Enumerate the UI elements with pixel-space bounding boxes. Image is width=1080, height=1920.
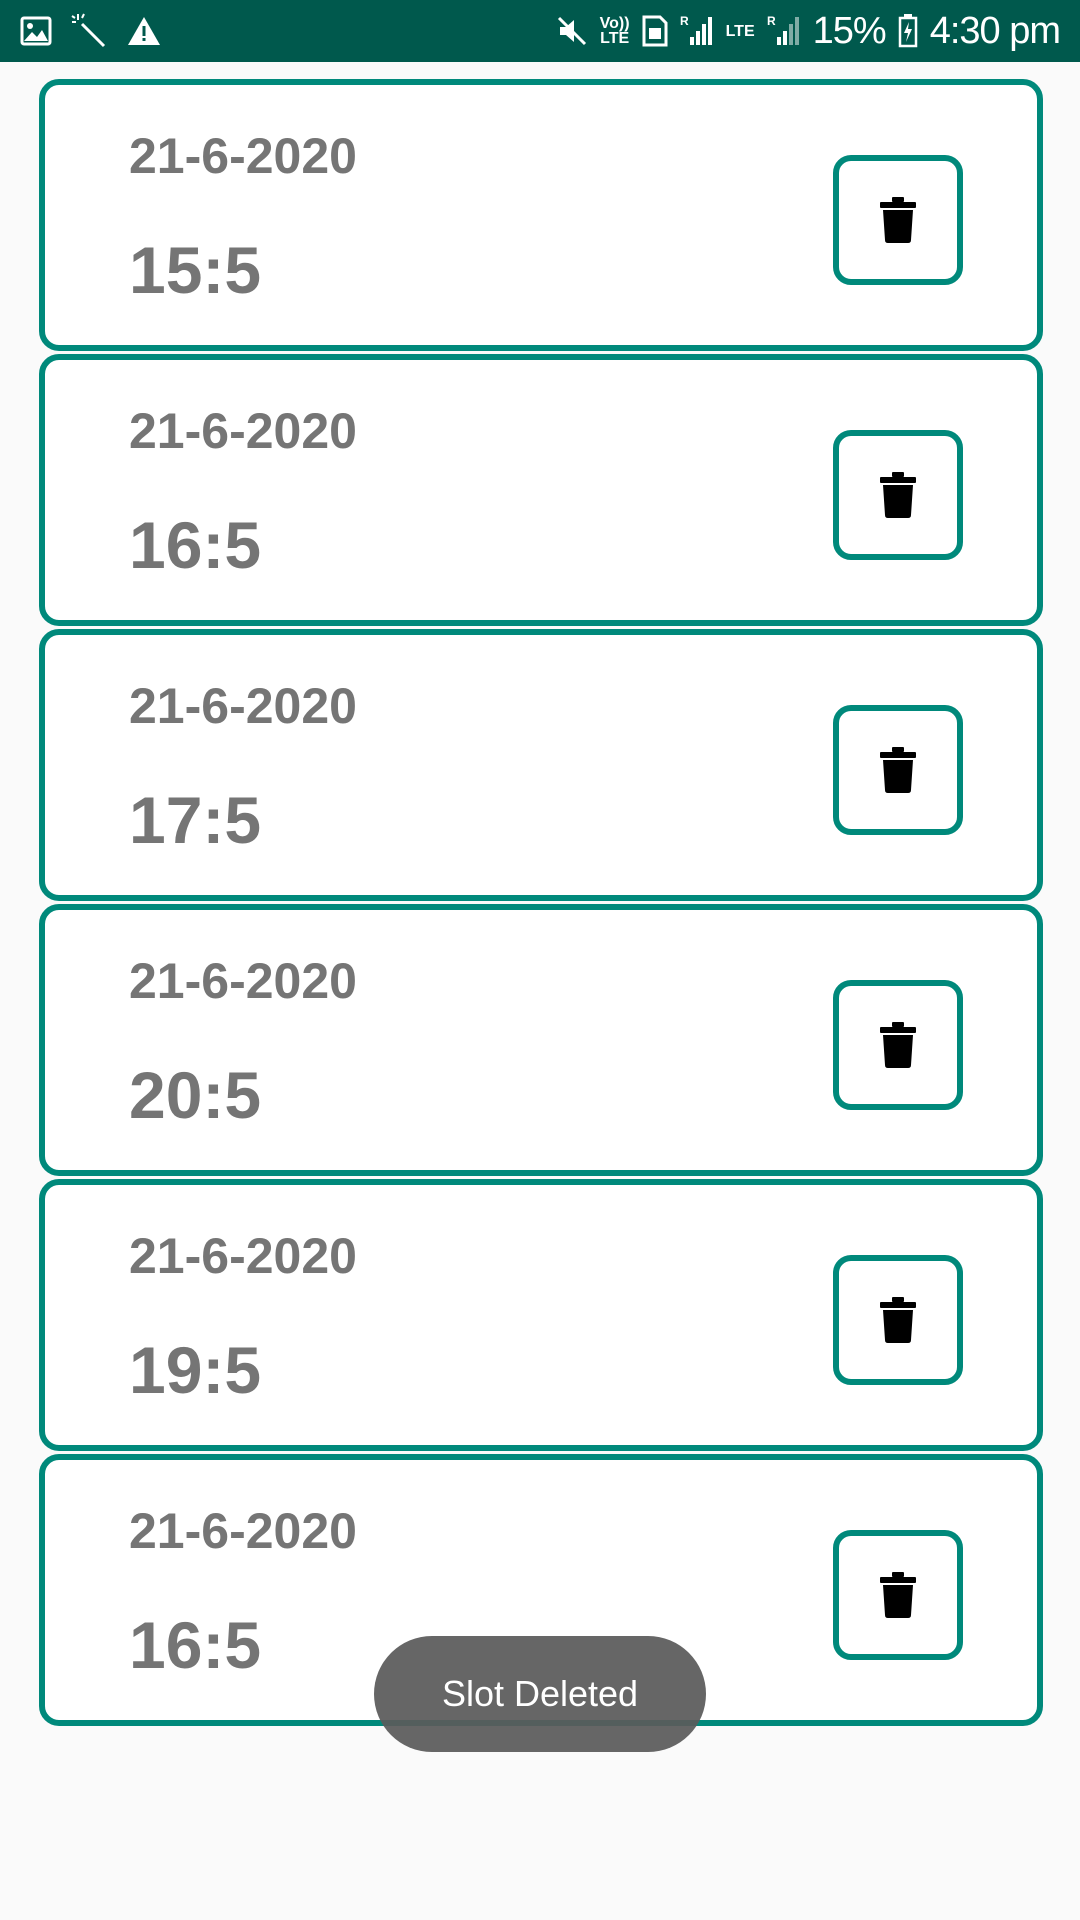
delete-slot-button[interactable] xyxy=(833,980,963,1110)
slot-card: 21-6-2020 17:5 xyxy=(39,629,1043,901)
delete-slot-button[interactable] xyxy=(833,155,963,285)
trash-icon xyxy=(880,1572,916,1618)
status-bar: Vo)) LTE R LTE R 15% 4:30 pm xyxy=(0,0,1080,62)
slot-date: 21-6-2020 xyxy=(129,953,357,1009)
slot-card: 21-6-2020 19:5 xyxy=(39,1179,1043,1451)
slot-date: 21-6-2020 xyxy=(129,1228,357,1284)
slot-time: 19:5 xyxy=(129,1333,262,1407)
battery-percent: 15% xyxy=(812,9,887,52)
lte-label: LTE xyxy=(725,22,755,40)
image-icon xyxy=(20,16,52,46)
system-status: Vo)) LTE R LTE R 15% 4:30 pm xyxy=(556,9,1061,53)
sim-card-icon xyxy=(642,15,668,47)
volte-label: Vo)) LTE xyxy=(599,15,630,47)
svg-text:R: R xyxy=(767,15,776,28)
slot-time: 17:5 xyxy=(129,783,262,857)
toast-message: Slot Deleted xyxy=(374,1636,706,1752)
magic-wand-icon xyxy=(70,12,108,50)
svg-text:R: R xyxy=(680,15,689,28)
trash-icon xyxy=(880,747,916,793)
slot-card: 21-6-2020 15:5 xyxy=(39,79,1043,351)
delete-slot-button[interactable] xyxy=(833,430,963,560)
trash-icon xyxy=(880,472,916,518)
slot-date: 21-6-2020 xyxy=(129,678,357,734)
trash-icon xyxy=(880,1022,916,1068)
slot-date: 21-6-2020 xyxy=(129,128,357,184)
notification-icons xyxy=(20,12,162,50)
mute-icon xyxy=(556,15,588,47)
slot-date: 21-6-2020 xyxy=(129,403,357,459)
slot-time: 16:5 xyxy=(129,1608,262,1682)
warning-icon xyxy=(126,15,162,47)
delete-slot-button[interactable] xyxy=(833,705,963,835)
trash-icon xyxy=(880,197,916,243)
slot-time: 20:5 xyxy=(129,1058,262,1132)
slot-time: 15:5 xyxy=(129,233,262,307)
slot-card: 21-6-2020 20:5 xyxy=(39,904,1043,1176)
slot-card: 21-6-2020 16:5 xyxy=(39,354,1043,626)
battery-charging-icon xyxy=(898,14,918,48)
signal-icon: R xyxy=(680,15,714,47)
signal-icon-2: R xyxy=(767,15,801,47)
clock: 4:30 pm xyxy=(929,9,1061,52)
delete-slot-button[interactable] xyxy=(833,1255,963,1385)
slot-time: 16:5 xyxy=(129,508,262,582)
slot-date: 21-6-2020 xyxy=(129,1503,357,1559)
delete-slot-button[interactable] xyxy=(833,1530,963,1660)
trash-icon xyxy=(880,1297,916,1343)
slot-list: 21-6-2020 15:5 21-6-2020 16:5 21-6-2020 … xyxy=(39,79,1043,1729)
